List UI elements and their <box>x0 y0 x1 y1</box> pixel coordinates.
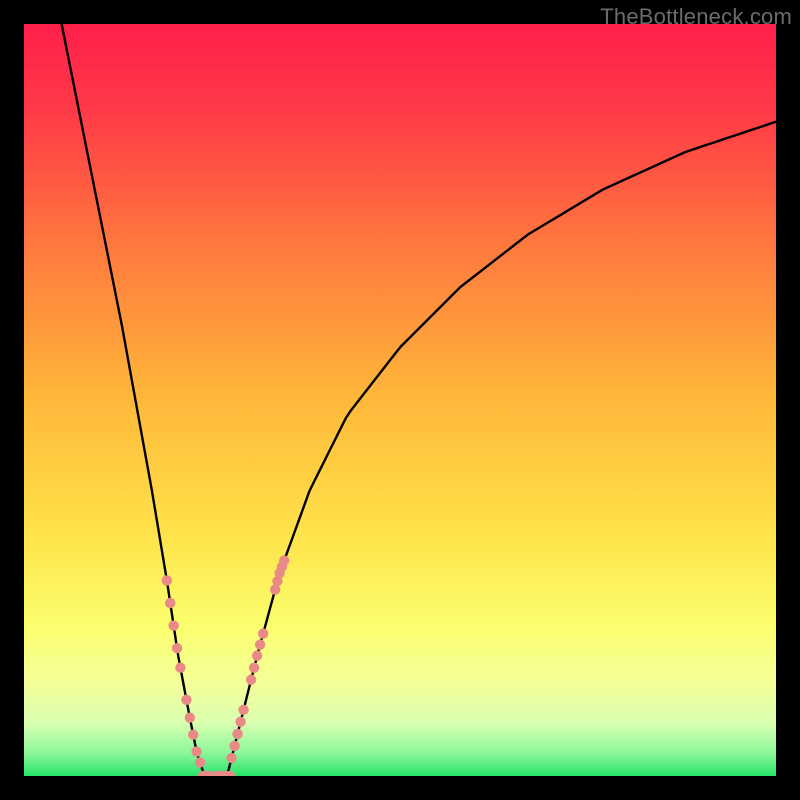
marker-dot <box>235 717 245 727</box>
marker-dot <box>226 753 236 763</box>
marker-dot <box>188 729 198 739</box>
marker-dot <box>185 713 195 723</box>
marker-dot <box>232 729 242 739</box>
marker-dot <box>258 628 268 638</box>
marker-dot <box>172 643 182 653</box>
marker-dot <box>162 575 172 585</box>
chart-svg <box>24 24 776 776</box>
marker-dot <box>165 598 175 608</box>
marker-dot <box>279 555 289 565</box>
marker-dot <box>168 620 178 630</box>
marker-dot <box>252 650 262 660</box>
marker-dot <box>238 705 248 715</box>
marker-dot <box>246 675 256 685</box>
chart-frame <box>24 24 776 776</box>
watermark-text: TheBottleneck.com <box>600 4 792 30</box>
marker-dot <box>181 695 191 705</box>
marker-dot <box>195 757 205 767</box>
marker-dot <box>175 663 185 673</box>
marker-dot <box>255 639 265 649</box>
marker-dot <box>249 663 259 673</box>
marker-dot <box>229 741 239 751</box>
marker-dot <box>191 746 201 756</box>
gradient-background <box>24 24 776 776</box>
